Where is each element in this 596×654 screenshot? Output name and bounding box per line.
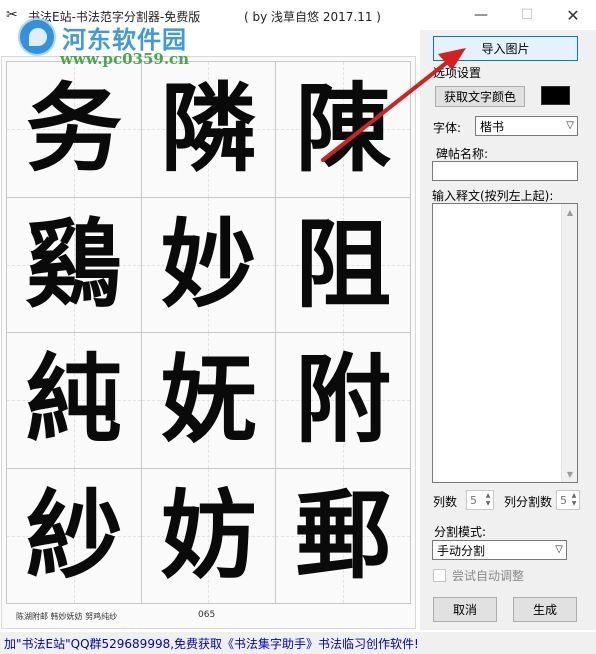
settings-panel: 导入图片 选项设置 获取文字颜色 字体: 楷书 ▽ 碑帖名称: 输入释文(按列左… [420, 30, 596, 630]
font-label: 字体: [433, 121, 462, 135]
grid-cell[interactable]: 鷄 [7, 197, 142, 333]
interpretation-text-label: 输入释文(按列左上起): [432, 189, 554, 203]
font-select[interactable]: 楷书 ▽ [475, 116, 578, 136]
minimize-icon: — [474, 7, 488, 23]
scissors-icon: ✂ [6, 7, 18, 23]
auto-adjust-option[interactable]: 尝试自动调整 [433, 567, 524, 584]
columns-value: 5 [470, 493, 477, 507]
column-splits-value: 5 [560, 493, 567, 507]
grid-cell[interactable]: 务 [7, 62, 142, 198]
grid-cell[interactable]: 阻 [276, 197, 411, 333]
split-mode-label: 分割模式: [434, 525, 487, 539]
import-image-button[interactable]: 导入图片 [433, 36, 578, 61]
auto-adjust-label: 尝试自动调整 [452, 569, 525, 583]
image-page-number: 065 [198, 610, 216, 620]
calligraphy-character: 妙 [160, 207, 257, 321]
grid-cell[interactable]: 妩 [141, 333, 277, 469]
grid-cell[interactable]: 妨 [141, 468, 277, 604]
grid-cell[interactable]: 郵 [276, 468, 411, 604]
split-mode-value: 手动分割 [437, 543, 486, 558]
calligraphy-character: 阻 [295, 207, 392, 321]
calligraphy-character: 隣 [160, 72, 257, 186]
close-button[interactable]: ✕ [550, 0, 596, 30]
window-title: 书法E站-书法范字分割器-免费版 [28, 10, 201, 24]
stepper-arrows-icon[interactable]: ▲ ▼ [484, 492, 492, 508]
options-group-label: 选项设置 [433, 66, 482, 80]
image-footer-caption: 陈湖附邮 韩妙妩妨 努鸡纯纱 [16, 612, 118, 621]
calligraphy-character: 紗 [25, 478, 122, 592]
column-splits-label: 列分割数 [504, 495, 553, 509]
chevron-down-icon: ▽ [566, 120, 574, 131]
grid-cell[interactable]: 純 [7, 333, 142, 469]
auto-adjust-checkbox[interactable] [433, 569, 446, 582]
text-color-swatch[interactable] [541, 86, 570, 105]
generate-button[interactable]: 生成 [513, 597, 577, 622]
tablet-name-label: 碑帖名称: [436, 147, 489, 161]
chevron-down-icon: ▽ [555, 544, 563, 555]
calligraphy-character: 妩 [160, 343, 257, 457]
tablet-name-input[interactable] [432, 161, 578, 181]
scroll-down-icon[interactable]: ▼ [562, 466, 578, 482]
calligraphy-character: 純 [25, 343, 122, 457]
columns-label: 列数 [433, 495, 458, 509]
character-grid: 务 隣 陳 鷄 妙 阻 純 妩 附 紗 妨 郵 [6, 61, 411, 604]
calligraphy-character: 陳 [295, 72, 392, 186]
scroll-up-icon[interactable]: ▲ [562, 204, 578, 220]
calligraphy-character: 务 [25, 72, 122, 186]
get-text-color-button[interactable]: 获取文字颜色 [435, 86, 525, 107]
interpretation-textarea[interactable]: ▲ ▼ [432, 203, 578, 483]
calligraphy-character: 鷄 [25, 207, 122, 321]
calligraphy-character: 附 [295, 343, 392, 457]
stepper-arrows-icon[interactable]: ▲ ▼ [570, 492, 578, 508]
cancel-button[interactable]: 取消 [433, 597, 497, 622]
grid-cell[interactable]: 附 [276, 333, 411, 469]
grid-cell[interactable]: 紗 [7, 468, 142, 604]
promo-status-link[interactable]: 加"书法E站"QQ群529689998,免费获取《书法集字助手》书法临习创作软件… [0, 632, 596, 654]
column-splits-stepper[interactable]: 5 ▲ ▼ [556, 490, 580, 510]
calligraphy-character: 妨 [160, 478, 257, 592]
grid-cell[interactable]: 隣 [141, 62, 277, 198]
font-select-value: 楷书 [480, 119, 505, 134]
textarea-scrollbar[interactable]: ▲ ▼ [561, 204, 577, 482]
grid-cell[interactable]: 陳 [276, 62, 411, 198]
title-bar: ✂ 书法E站-书法范字分割器-免费版 ( by 浅草自悠 2017.11 ) —… [0, 0, 596, 30]
image-preview[interactable]: 务 隣 陳 鷄 妙 阻 純 妩 附 紗 妨 郵 陈湖附邮 韩妙妩妨 努鸡纯纱 0… [1, 56, 416, 629]
split-mode-select[interactable]: 手动分割 ▽ [432, 540, 567, 560]
calligraphy-character: 郵 [295, 478, 392, 592]
maximize-icon: ☐ [520, 7, 534, 23]
close-icon: ✕ [566, 5, 580, 25]
grid-cell[interactable]: 妙 [141, 197, 277, 333]
minimize-button[interactable]: — [458, 0, 504, 30]
maximize-button[interactable]: ☐ [504, 0, 550, 30]
window-author: ( by 浅草自悠 2017.11 ) [244, 10, 381, 24]
columns-stepper[interactable]: 5 ▲ ▼ [466, 490, 494, 510]
